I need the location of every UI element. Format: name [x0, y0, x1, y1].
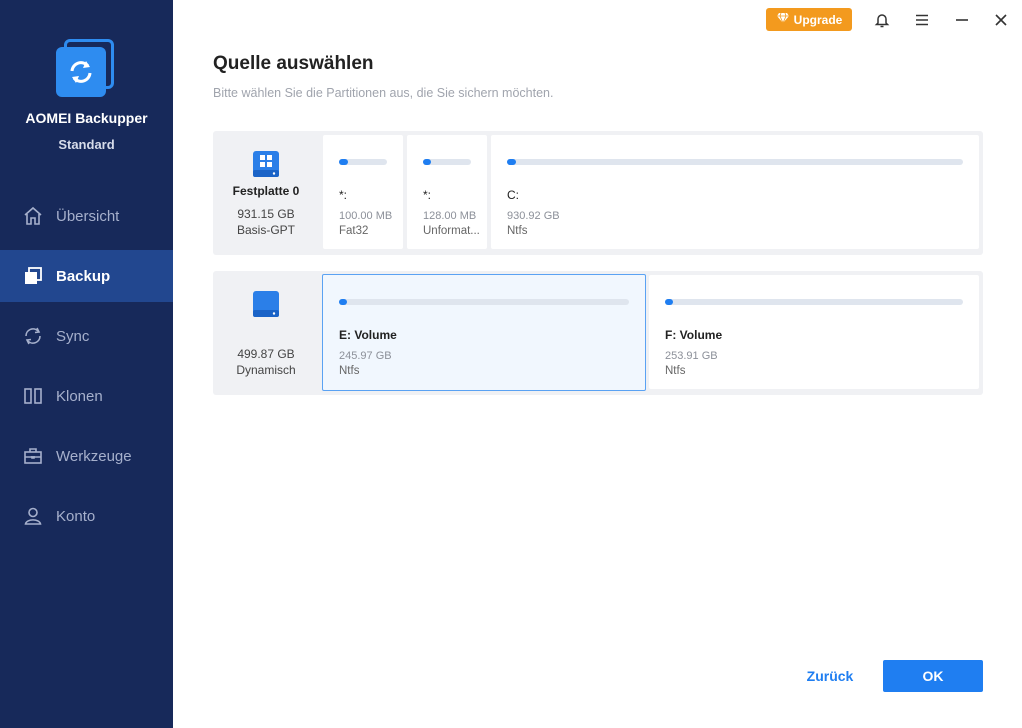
disk-info[interactable]: Festplatte 0 931.15 GB Basis-GPT — [213, 131, 319, 255]
partition-card[interactable]: *: 100.00 MB Fat32 — [323, 135, 403, 249]
partition-name: F: Volume — [665, 328, 723, 342]
partition-usage-bar — [665, 299, 963, 305]
close-icon[interactable] — [989, 8, 1013, 32]
partition-filesystem: Ntfs — [507, 225, 528, 237]
minimize-icon[interactable] — [950, 8, 974, 32]
partition-card-selected[interactable]: E: Volume 245.97 GB Ntfs — [322, 274, 646, 391]
disk-type: Dynamisch — [236, 363, 296, 377]
backup-icon — [22, 265, 44, 287]
menu-icon[interactable] — [910, 8, 934, 32]
disk-name: Festplatte 0 — [232, 184, 300, 198]
partition-filesystem: Fat32 — [339, 225, 369, 237]
page-title: Quelle auswählen — [213, 53, 374, 74]
user-icon — [22, 505, 44, 527]
partition-name: *: — [423, 188, 432, 202]
sidebar-nav: Übersicht Backup Sync Klonen Werkzeuge K… — [0, 190, 173, 550]
sync-icon — [22, 325, 44, 347]
partition-name: C: — [507, 188, 519, 202]
partition-name: E: Volume — [339, 328, 397, 342]
sidebar-item-tools[interactable]: Werkzeuge — [0, 430, 173, 482]
sidebar-item-label: Werkzeuge — [56, 447, 132, 465]
partition-size: 245.97 GB — [339, 350, 392, 362]
sidebar-item-label: Sync — [56, 327, 90, 345]
home-icon — [22, 205, 44, 227]
app-logo-icon — [56, 39, 114, 97]
disk-row: 499.87 GB Dynamisch E: Volume 245.97 GB … — [213, 271, 983, 395]
partition-card[interactable]: C: 930.92 GB Ntfs — [491, 135, 979, 249]
partition-card[interactable]: F: Volume 253.91 GB Ntfs — [649, 275, 979, 389]
back-button[interactable]: Zurück — [790, 660, 870, 692]
page-subtitle: Bitte wählen Sie die Partitionen aus, di… — [213, 86, 554, 100]
partition-size: 930.92 GB — [507, 210, 560, 222]
sidebar-item-label: Konto — [56, 507, 96, 525]
disk-icon — [251, 289, 281, 319]
sidebar-item-label: Klonen — [56, 387, 103, 405]
upgrade-label: Upgrade — [793, 12, 843, 27]
toolbox-icon — [22, 445, 44, 467]
partition-usage-bar — [339, 299, 629, 305]
sidebar-item-label: Backup — [56, 267, 111, 285]
partition-filesystem: Unformat... — [423, 225, 480, 237]
sidebar-item-sync[interactable]: Sync — [0, 310, 173, 362]
partition-usage-bar — [339, 159, 387, 165]
clone-icon — [22, 385, 44, 407]
sidebar-item-account[interactable]: Konto — [0, 490, 173, 542]
partition-usage-bar — [423, 159, 471, 165]
diamond-icon — [776, 12, 790, 27]
partition-size: 253.91 GB — [665, 350, 718, 362]
disk-size: 931.15 GB — [237, 207, 295, 221]
app-name: AOMEI Backupper — [25, 110, 148, 126]
sidebar-item-overview[interactable]: Übersicht — [0, 190, 173, 242]
sidebar-item-label: Übersicht — [56, 207, 120, 225]
sidebar-item-backup[interactable]: Backup — [0, 250, 173, 302]
partition-card[interactable]: *: 128.00 MB Unformat... — [407, 135, 487, 249]
partition-usage-bar — [507, 159, 963, 165]
app-edition: Standard — [58, 137, 115, 152]
disk-row: Festplatte 0 931.15 GB Basis-GPT *: 100.… — [213, 131, 983, 255]
disk-size: 499.87 GB — [237, 347, 295, 361]
bell-icon[interactable] — [870, 8, 894, 32]
windows-disk-icon — [251, 149, 281, 179]
disk-type: Basis-GPT — [236, 223, 295, 237]
partition-name: *: — [339, 188, 348, 202]
sidebar-item-clone[interactable]: Klonen — [0, 370, 173, 422]
ok-button[interactable]: OK — [883, 660, 983, 692]
sidebar: AOMEI Backupper Standard Übersicht Backu… — [0, 0, 173, 728]
partition-size: 128.00 MB — [423, 210, 477, 222]
upgrade-button[interactable]: Upgrade — [766, 8, 852, 31]
partition-size: 100.00 MB — [339, 210, 393, 222]
partition-filesystem: Ntfs — [339, 365, 360, 377]
partition-filesystem: Ntfs — [665, 365, 686, 377]
disk-info[interactable]: 499.87 GB Dynamisch — [213, 271, 319, 395]
